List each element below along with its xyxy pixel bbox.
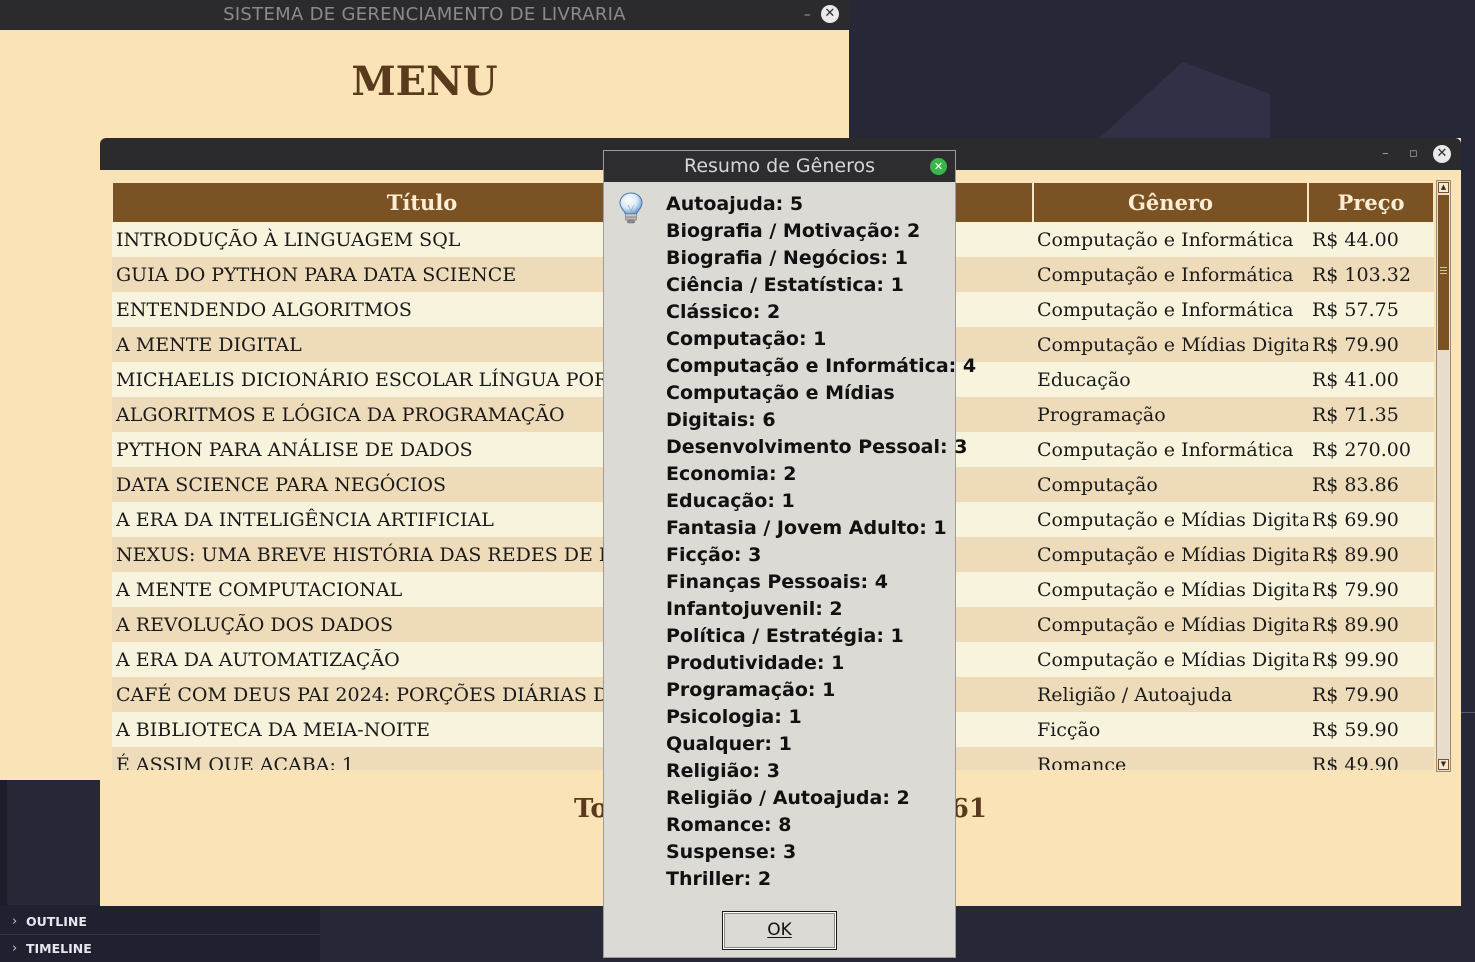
genre-count-line: Política / Estratégia: 1 xyxy=(666,625,904,647)
genre-count-line: Ciência / Estatística: 1 xyxy=(666,274,904,296)
genre-count-line: Thriller: 2 xyxy=(666,868,772,890)
menu-window-titlebar[interactable]: SISTEMA DE GERENCIAMENTO DE LIVRARIA – ✕ xyxy=(0,0,849,30)
genre-count-line: Psicologia: 1 xyxy=(666,706,802,728)
cell-genre: Ficção xyxy=(1033,712,1308,747)
cell-genre: Programação xyxy=(1033,397,1308,432)
scrollbar-grip xyxy=(1440,270,1447,271)
close-button[interactable]: ✕ xyxy=(1433,145,1451,163)
genre-count-line: Computação e Informática: 4 xyxy=(666,355,977,377)
genre-summary-dialog: Resumo de Gêneros ✕ Autoajuda: 5 Biografi… xyxy=(603,150,977,958)
cell-price: R$ 49.90 xyxy=(1308,747,1434,770)
genre-count-line: Clássico: 2 xyxy=(666,301,781,323)
outline-section-header[interactable]: › OUTLINE xyxy=(0,909,320,935)
genre-count-line: Romance: 8 xyxy=(666,814,792,836)
genre-count-line: Religião: 3 xyxy=(666,760,780,782)
cell-price: R$ 44.00 xyxy=(1308,222,1434,257)
cell-price: R$ 69.90 xyxy=(1308,502,1434,537)
cell-price: R$ 83.86 xyxy=(1308,467,1434,502)
genre-summary-list: Autoajuda: 5 Biografia / Motivação: 2 Biog… xyxy=(666,191,977,893)
column-header-price[interactable]: Preço xyxy=(1308,182,1434,222)
menu-heading: MENU xyxy=(351,58,498,105)
cell-price: R$ 79.90 xyxy=(1308,572,1434,607)
genre-count-line: Biografia / Motivação: 2 xyxy=(666,220,921,242)
cell-price: R$ 270.00 xyxy=(1308,432,1434,467)
genre-count-line: Suspense: 3 xyxy=(666,841,797,863)
scrollbar-grip xyxy=(1440,273,1447,274)
close-button[interactable]: ✕ xyxy=(821,5,839,23)
total-label-right: 61 xyxy=(950,794,987,824)
cell-genre: Computação e Informática xyxy=(1033,222,1308,257)
genre-count-line: Autoajuda: 5 xyxy=(666,193,804,215)
cell-price: R$ 99.90 xyxy=(1308,642,1434,677)
ok-button[interactable]: OK xyxy=(722,911,837,950)
cell-price: R$ 71.35 xyxy=(1308,397,1434,432)
cell-genre: Computação xyxy=(1033,467,1308,502)
desktop-decoration xyxy=(1095,62,1270,142)
timeline-section-header[interactable]: › TIMELINE xyxy=(0,935,320,961)
cell-price: R$ 57.75 xyxy=(1308,292,1434,327)
genre-count-line: Qualquer: 1 xyxy=(666,733,792,755)
column-header-genre[interactable]: Gênero xyxy=(1033,182,1308,222)
scrollbar-thumb[interactable] xyxy=(1438,195,1449,350)
genre-count-line: Biografia / Negócios: 1 xyxy=(666,247,908,269)
genre-count-line: Fantasia / Jovem Adulto: 1 xyxy=(666,517,947,539)
close-button[interactable]: ✕ xyxy=(930,158,947,175)
cell-genre: Computação e Mídias Digitais xyxy=(1033,502,1308,537)
cell-price: R$ 89.90 xyxy=(1308,607,1434,642)
cell-genre: Computação e Mídias Digitais xyxy=(1033,572,1308,607)
cell-price: R$ 79.90 xyxy=(1308,677,1434,712)
timeline-label: TIMELINE xyxy=(26,940,92,956)
cell-price: R$ 103.32 xyxy=(1308,257,1434,292)
maximize-button[interactable]: ▫ xyxy=(1409,138,1418,170)
scroll-up-arrow-icon[interactable]: ▲ xyxy=(1438,182,1449,193)
cell-genre: Computação e Informática xyxy=(1033,432,1308,467)
genre-count-line: Computação e Mídias xyxy=(666,382,895,404)
menu-window-title: SISTEMA DE GERENCIAMENTO DE LIVRARIA xyxy=(223,4,626,25)
vertical-scrollbar[interactable]: ▲ ▼ xyxy=(1436,180,1451,772)
cell-price: R$ 79.90 xyxy=(1308,327,1434,362)
genre-count-line: Economia: 2 xyxy=(666,463,797,485)
outline-label: OUTLINE xyxy=(26,914,87,929)
cell-genre: Religião / Autoajuda xyxy=(1033,677,1308,712)
genre-count-line: Finanças Pessoais: 4 xyxy=(666,571,888,593)
genre-count-line: Produtividade: 1 xyxy=(666,652,845,674)
dialog-title: Resumo de Gêneros xyxy=(683,155,875,177)
chevron-right-icon: › xyxy=(12,914,18,929)
cell-price: R$ 59.90 xyxy=(1308,712,1434,747)
cell-genre: Computação e Mídias Digitais xyxy=(1033,642,1308,677)
dialog-titlebar[interactable]: Resumo de Gêneros ✕ xyxy=(604,151,955,182)
cell-genre: Computação e Informática xyxy=(1033,292,1308,327)
cell-genre: Romance xyxy=(1033,747,1308,770)
cell-genre: Computação e Mídias Digitais xyxy=(1033,327,1308,362)
cell-genre: Computação e Mídias Digitais xyxy=(1033,607,1308,642)
genre-count-line: Infantojuvenil: 2 xyxy=(666,598,843,620)
genre-count-line: Computação: 1 xyxy=(666,328,827,350)
scrollbar-grip xyxy=(1440,267,1447,268)
genre-count-line: Digitais: 6 xyxy=(666,409,776,431)
ide-activity-strip xyxy=(0,780,7,905)
genre-count-line: Programação: 1 xyxy=(666,679,836,701)
minimize-button[interactable]: – xyxy=(804,0,811,30)
cell-genre: Computação e Mídias Digitais xyxy=(1033,537,1308,572)
cell-price: R$ 41.00 xyxy=(1308,362,1434,397)
cell-genre: Educação xyxy=(1033,362,1308,397)
chevron-right-icon: › xyxy=(12,940,18,956)
lightbulb-icon xyxy=(619,192,643,224)
genre-count-line: Ficção: 3 xyxy=(666,544,762,566)
genre-count-line: Educação: 1 xyxy=(666,490,795,512)
minimize-button[interactable]: – xyxy=(1382,138,1389,170)
scroll-down-arrow-icon[interactable]: ▼ xyxy=(1438,759,1449,770)
cell-genre: Computação e Informática xyxy=(1033,257,1308,292)
ide-divider xyxy=(1460,712,1475,713)
genre-count-line: Religião / Autoajuda: 2 xyxy=(666,787,910,809)
cell-price: R$ 89.90 xyxy=(1308,537,1434,572)
genre-count-line: Desenvolvimento Pessoal: 3 xyxy=(666,436,968,458)
